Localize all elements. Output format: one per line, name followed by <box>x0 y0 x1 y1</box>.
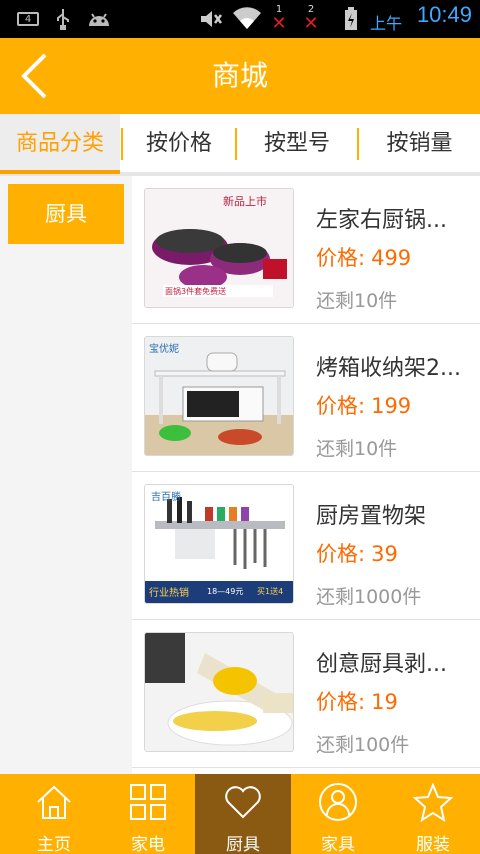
clock: 10:49 <box>416 2 472 27</box>
page-title: 商城 <box>211 59 268 92</box>
product-item[interactable]: 创意厨具剥... 价格: 19 还剩100件 <box>132 620 480 768</box>
battery-charging-icon <box>342 0 360 38</box>
product-price: 价格: 499 <box>316 242 411 272</box>
star-icon <box>413 782 453 822</box>
status-bar: 4 1 ✕ 2 ✕ 上午 10:49 <box>0 0 480 38</box>
am-pm-indicator: 上午 <box>369 14 402 33</box>
price-value: 199 <box>371 394 412 418</box>
nav-appliances[interactable]: 家电 <box>100 774 196 854</box>
nav-label: 厨具 <box>226 835 260 854</box>
nav-label: 服装 <box>416 835 450 854</box>
nav-kitchenware[interactable]: 厨具 <box>195 774 291 854</box>
image-caption: 行业热销 <box>149 588 189 599</box>
product-stock: 还剩1000件 <box>316 586 422 608</box>
image-caption: 18—49元 <box>207 587 244 596</box>
image-caption: 新品上市 <box>223 195 267 208</box>
person-icon <box>319 783 357 821</box>
product-image-corn-stripper[interactable] <box>144 632 294 752</box>
sidebar-item-kitchenware[interactable]: 厨具 <box>8 184 124 244</box>
price-label: 价格: <box>316 394 366 418</box>
sim2-no-signal-icon: 2 ✕ <box>303 4 319 34</box>
price-value: 19 <box>371 690 398 714</box>
product-stock: 还剩10件 <box>316 438 398 460</box>
app-header: 商城 <box>0 38 480 114</box>
product-item[interactable]: 新品上市 面锅3件套免费送 左家右厨锅... 价格: 499 还剩10件 <box>132 176 480 324</box>
price-value: 499 <box>371 246 412 270</box>
product-price: 价格: 199 <box>316 390 411 420</box>
image-brand-label: 吉百勝 <box>151 492 181 503</box>
heart-icon <box>225 786 261 819</box>
nav-clothing[interactable]: 服装 <box>385 774 480 854</box>
product-name: 厨房置物架 <box>316 504 427 529</box>
android-icon <box>86 0 112 38</box>
image-brand-label: 宝优妮 <box>149 344 179 355</box>
wifi-icon <box>230 0 264 38</box>
tab-by-price[interactable]: 按价格 <box>123 114 235 174</box>
product-image-oven-rack[interactable]: 宝优妮 <box>144 336 294 456</box>
sim1-no-signal-icon: 1 ✕ <box>271 4 287 34</box>
product-name: 创意厨具剥... <box>316 652 447 677</box>
product-image-cookware[interactable]: 新品上市 面锅3件套免费送 <box>144 188 294 308</box>
image-caption: 面锅3件套免费送 <box>165 287 227 296</box>
product-name: 烤箱收纳架2... <box>316 356 461 381</box>
image-caption: 买1送4 <box>257 587 284 596</box>
notification-count: 4 <box>17 12 39 26</box>
home-icon <box>37 785 71 819</box>
nav-furniture[interactable]: 家具 <box>290 774 386 854</box>
price-label: 价格: <box>316 246 366 270</box>
grid-icon <box>130 784 166 820</box>
nav-label: 主页 <box>37 835 71 854</box>
nav-label: 家电 <box>131 835 165 854</box>
price-label: 价格: <box>316 690 366 714</box>
nav-label: 家具 <box>321 835 355 854</box>
tab-category[interactable]: 商品分类 <box>0 114 120 174</box>
product-item[interactable]: 宝优妮 烤箱收纳架2... 价格: 199 还剩10件 <box>132 324 480 472</box>
notification-count-icon: 4 <box>14 0 42 38</box>
nav-home[interactable]: 主页 <box>6 774 102 854</box>
product-stock: 还剩10件 <box>316 290 398 312</box>
product-price: 价格: 39 <box>316 538 398 568</box>
product-item[interactable]: 吉百勝 行业热销 18—49元 买1送4 厨房置物架 价格: 39 还剩1000件 <box>132 472 480 620</box>
category-sidebar: 厨具 <box>0 176 132 774</box>
product-list: 新品上市 面锅3件套免费送 左家右厨锅... 价格:499 还剩10件 宝优妮 <box>132 176 480 774</box>
mute-icon <box>198 0 224 38</box>
product-image-kitchen-rack[interactable]: 吉百勝 行业热销 18—49元 买1送4 <box>144 484 294 604</box>
product-price: 价格: 19 <box>316 686 398 716</box>
bottom-nav: 主页 家电 厨具 家具 服装 <box>0 774 480 854</box>
product-name: 左家右厨锅... <box>316 208 447 233</box>
filter-tab-bar: 商品分类 按价格 按型号 按销量 <box>0 114 480 176</box>
tab-by-model[interactable]: 按型号 <box>237 114 357 174</box>
product-stock: 还剩100件 <box>316 734 410 756</box>
usb-icon <box>52 0 74 38</box>
price-value: 39 <box>371 542 398 566</box>
price-label: 价格: <box>316 542 366 566</box>
tab-by-sales[interactable]: 按销量 <box>359 114 480 174</box>
